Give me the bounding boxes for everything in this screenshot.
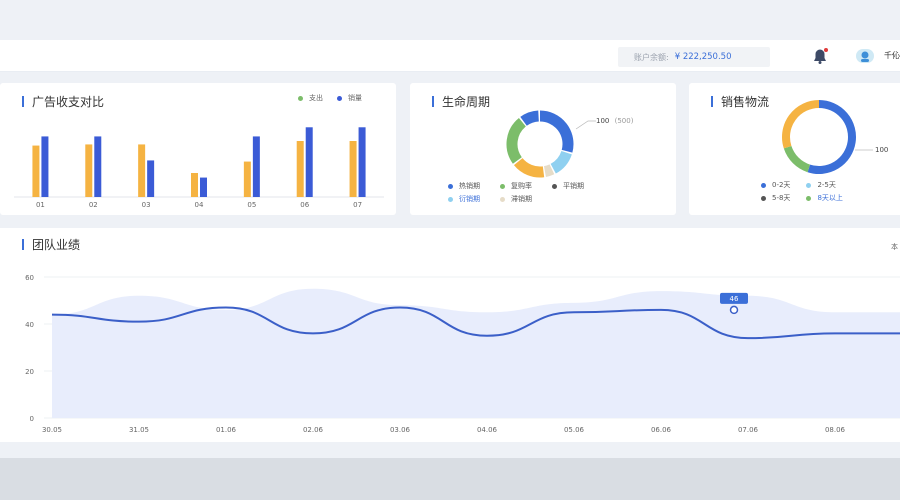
slice-衍销期 bbox=[550, 150, 572, 174]
legend-item: 5-8天 bbox=[761, 193, 790, 203]
slice-复购率 bbox=[506, 117, 527, 164]
legend-item: 衍销期 bbox=[448, 194, 480, 204]
area-fill bbox=[52, 288, 900, 418]
legend-item: 2-5天 bbox=[806, 180, 842, 190]
x-tick-label: 31.05 bbox=[129, 426, 149, 434]
tooltip-value: 46 bbox=[730, 295, 739, 303]
logistics-legend: 0-2天 2-5天 5-8天 8天以上 bbox=[761, 180, 843, 203]
tick-label: 02 bbox=[89, 201, 98, 209]
ad-bar-chart: 01 02 03 04 05 06 07 bbox=[14, 127, 384, 209]
tick-label: 01 bbox=[36, 201, 45, 209]
bar-支出 bbox=[243, 161, 251, 197]
team-performance-card: 团队业绩 本 0 20 40 60 30.05 31.05 01.06 02.06 03.06 0… bbox=[0, 228, 900, 442]
bar-销量 bbox=[305, 127, 313, 197]
account-balance: 账户余额: ¥ 222,250.50 bbox=[618, 47, 770, 67]
bar-销量 bbox=[200, 177, 207, 197]
avatar[interactable] bbox=[855, 48, 875, 64]
bar-销量 bbox=[147, 160, 155, 197]
x-tick-label: 08.06 bbox=[825, 426, 846, 434]
x-tick-label: 06.06 bbox=[651, 426, 672, 434]
slice-0-2天 bbox=[807, 100, 856, 174]
life-cycle-card: 生命周期 100 (500) 热销期 复购率 平销期 衍销期 滞销期 bbox=[410, 83, 676, 215]
logistics-callout: 100 bbox=[875, 146, 889, 154]
legend-item: 滞销期 bbox=[500, 194, 532, 204]
x-tick-label: 04.06 bbox=[477, 426, 498, 434]
bar-销量 bbox=[41, 136, 49, 197]
tick-label: 03 bbox=[142, 201, 151, 209]
x-tick-label: 03.06 bbox=[390, 426, 411, 434]
bar-销量 bbox=[252, 136, 260, 197]
life-legend: 热销期 复购率 平销期 衍销期 滞销期 bbox=[448, 181, 584, 204]
highlight-point bbox=[729, 305, 739, 315]
bar-销量 bbox=[358, 127, 366, 197]
user-name[interactable]: 千伈 bbox=[884, 50, 900, 61]
logistics-card: 销售物流 100 0-2天 2-5天 5-8天 8天以上 bbox=[689, 83, 900, 215]
ad-comparison-card: 广告收支对比 支出 销量 01 02 03 04 05 06 07 bbox=[0, 83, 396, 215]
tick-label: 06 bbox=[300, 201, 309, 209]
bar-支出 bbox=[138, 144, 146, 197]
top-bar: 账户余额: ¥ 222,250.50 千伈 bbox=[0, 40, 900, 72]
y-tick-label: 20 bbox=[25, 368, 34, 376]
callout-line bbox=[575, 120, 596, 130]
x-tick-label: 07.06 bbox=[738, 426, 759, 434]
x-tick-label: 30.05 bbox=[42, 426, 62, 434]
y-tick-label: 40 bbox=[25, 321, 34, 329]
tick-label: 05 bbox=[247, 201, 256, 209]
bottom-band bbox=[0, 458, 900, 500]
legend-item: 热销期 bbox=[448, 181, 480, 191]
bar-支出 bbox=[32, 145, 40, 197]
slice-5-8天 bbox=[782, 100, 820, 149]
legend-item: 8天以上 bbox=[806, 193, 843, 203]
x-tick-label: 01.06 bbox=[216, 426, 237, 434]
slice-热销期 bbox=[539, 110, 574, 153]
team-area-chart: 0 20 40 60 30.05 31.05 01.06 02.06 03.06 04.06 05.… bbox=[25, 274, 900, 434]
y-tick-label: 60 bbox=[25, 274, 34, 282]
slice-平销期 bbox=[513, 157, 545, 178]
slice-滞销期 bbox=[543, 164, 555, 177]
slice-other bbox=[520, 110, 540, 127]
life-callout: 100 (500) bbox=[596, 117, 634, 125]
balance-value: ¥ 222,250.50 bbox=[674, 52, 732, 62]
bar-支出 bbox=[296, 141, 304, 197]
bar-销量 bbox=[94, 136, 102, 197]
tick-label: 07 bbox=[353, 201, 362, 209]
legend-item: 0-2天 bbox=[761, 180, 790, 190]
legend-item: 平销期 bbox=[552, 181, 584, 191]
bar-支出 bbox=[349, 141, 357, 197]
slice-8天以上 bbox=[783, 145, 811, 173]
bar-支出 bbox=[191, 173, 198, 197]
x-tick-label: 05.06 bbox=[564, 426, 585, 434]
balance-label: 账户余额: bbox=[634, 52, 669, 62]
x-tick-label: 02.06 bbox=[303, 426, 324, 434]
bar-支出 bbox=[85, 144, 93, 197]
legend-item: 复购率 bbox=[500, 181, 532, 191]
tick-label: 04 bbox=[195, 201, 204, 209]
bell-icon[interactable] bbox=[810, 47, 830, 65]
y-tick-label: 0 bbox=[30, 415, 34, 423]
